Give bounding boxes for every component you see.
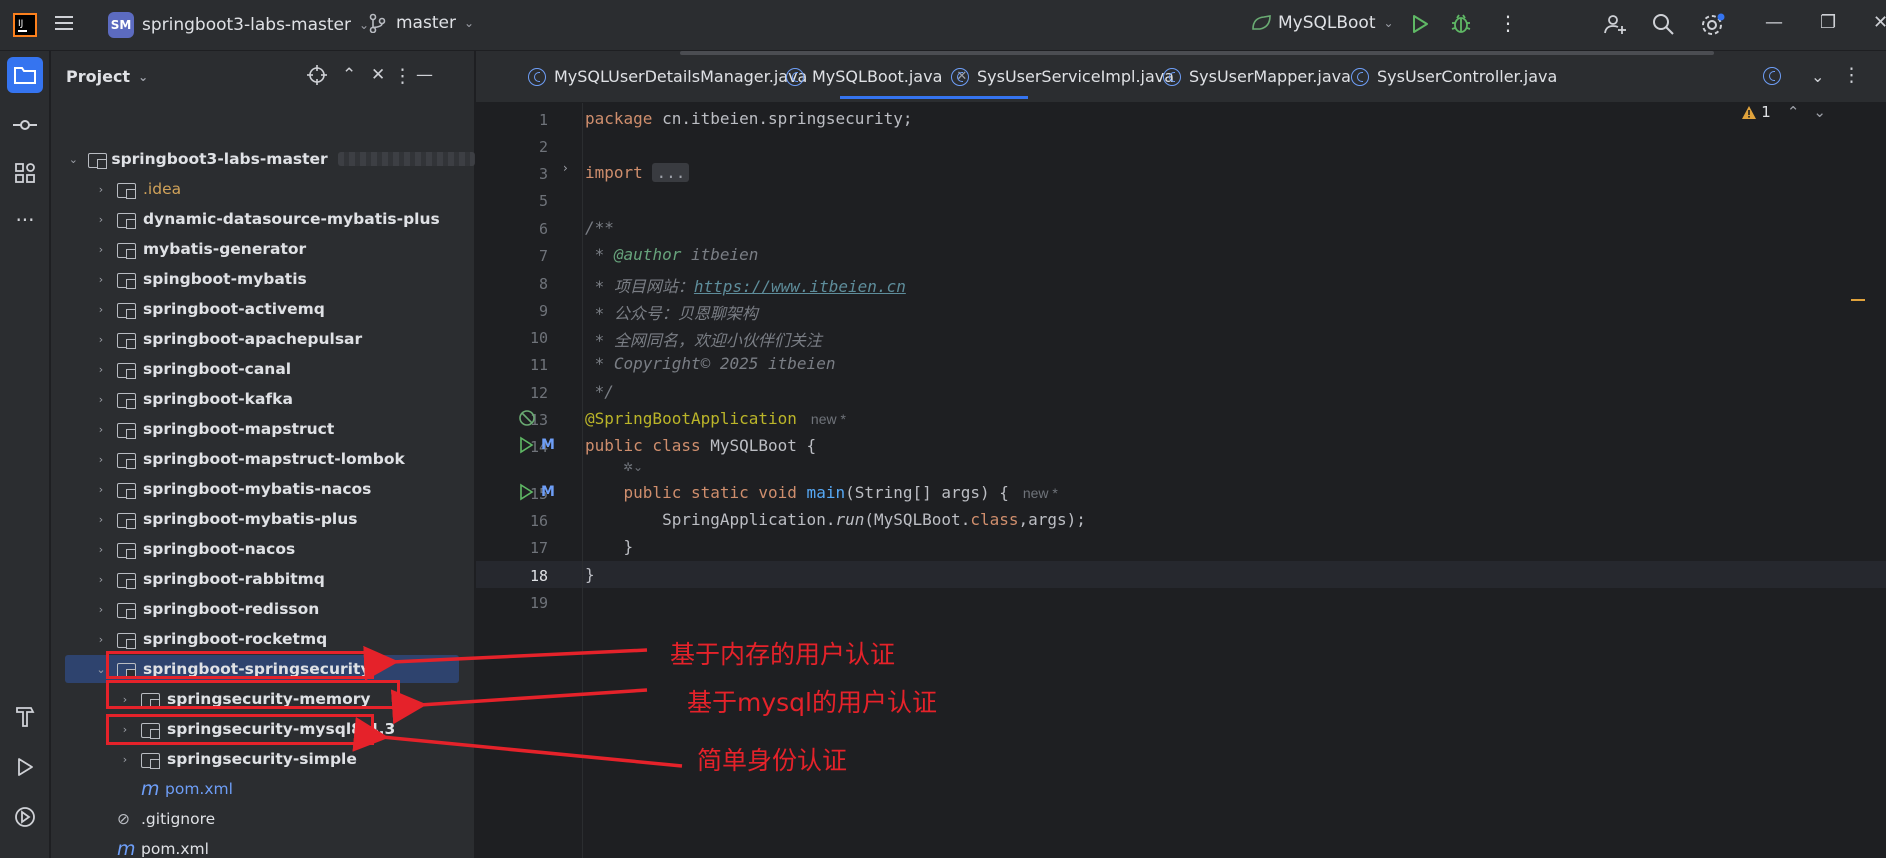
arrow-simple <box>352 716 683 768</box>
annotation-simple: 简单身份认证 <box>697 746 848 775</box>
arrow-memory <box>363 645 648 681</box>
annotation-mysql: 基于mysql的用户认证 <box>687 688 937 717</box>
annotation-memory: 基于内存的用户认证 <box>670 640 896 669</box>
annotation-arrows <box>352 645 683 768</box>
arrow-mysql <box>390 688 648 725</box>
